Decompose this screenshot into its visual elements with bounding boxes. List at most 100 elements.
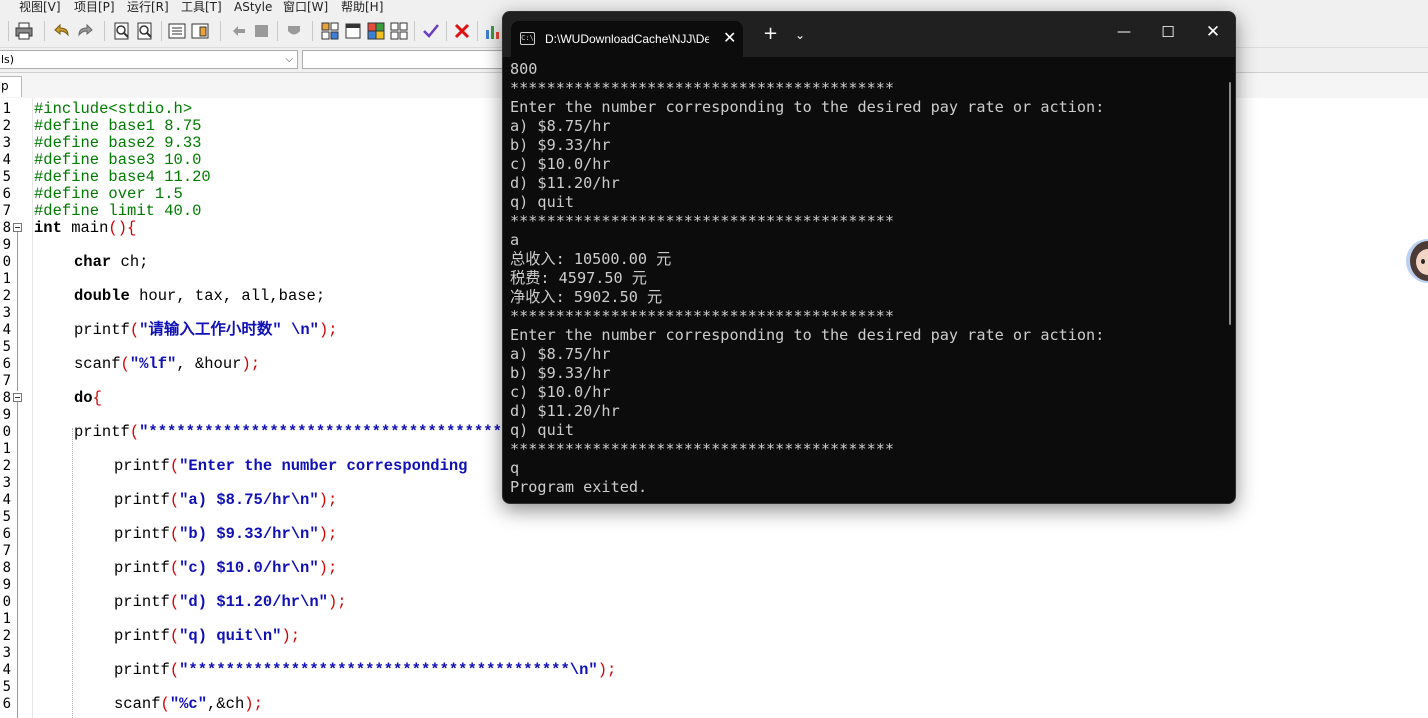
string-literal: "%lf" bbox=[129, 355, 177, 373]
line-number: 6 bbox=[2, 356, 11, 372]
fold-toggle-icon[interactable] bbox=[13, 393, 22, 402]
minimize-icon[interactable]: — bbox=[1117, 21, 1131, 43]
bookmark-next-icon[interactable] bbox=[253, 22, 271, 40]
code-line-define-over: #define over 1.5 bbox=[34, 185, 183, 203]
toolbar-separator bbox=[8, 21, 9, 41]
toolbar-separator bbox=[161, 21, 162, 41]
line-number: 8 bbox=[2, 560, 11, 576]
function-printf: printf bbox=[114, 559, 170, 577]
code-line-printf-a: printf("a) $8.75/hr\n"); bbox=[114, 492, 337, 509]
string-literal: "b) $9.33/hr\n" bbox=[179, 525, 319, 543]
function-printf: printf bbox=[74, 423, 130, 441]
toolbar-separator bbox=[277, 21, 278, 41]
code-line-main: int main(){ bbox=[34, 220, 136, 237]
terminal-output[interactable]: 800 *************************************… bbox=[503, 57, 1235, 503]
menu-view[interactable]: 视图[V] bbox=[19, 0, 61, 15]
punctuation: ( bbox=[169, 525, 180, 543]
punctuation: ); bbox=[318, 525, 338, 543]
new-tab-icon[interactable]: + bbox=[763, 24, 778, 44]
replace-icon[interactable] bbox=[136, 22, 154, 40]
terminal-lines: 800 *************************************… bbox=[510, 60, 1104, 497]
line-number-gutter: 1 2 3 4 5 6 7 8 9 0 1 2 3 4 5 6 7 8 9 0 … bbox=[0, 98, 33, 718]
run-icon[interactable] bbox=[344, 22, 362, 40]
punctuation: ); bbox=[281, 627, 301, 645]
line-number: 1 bbox=[2, 441, 11, 457]
scope-combo-value: ls) bbox=[1, 53, 15, 66]
line-number: 8 bbox=[2, 390, 11, 406]
function-printf: printf bbox=[114, 627, 170, 645]
close-icon[interactable]: ✕ bbox=[1205, 21, 1221, 43]
terminal-titlebar[interactable]: C:\ D:\WUDownloadCache\NJJ\De ✕ + ⌄ — ☐ … bbox=[503, 12, 1235, 57]
line-number: 2 bbox=[2, 458, 11, 474]
punctuation: ( bbox=[169, 491, 180, 509]
punctuation: ( bbox=[129, 423, 140, 441]
string-literal: "Enter the number corresponding bbox=[179, 457, 468, 475]
terminal-line: a bbox=[510, 231, 520, 249]
indent-icon[interactable] bbox=[168, 22, 186, 40]
line-number: 4 bbox=[2, 662, 11, 678]
string-literal: "a) $8.75/hr\n" bbox=[179, 491, 319, 509]
code-line-define-limit: #define limit 40.0 bbox=[34, 202, 202, 220]
close-tab-icon[interactable]: ✕ bbox=[723, 29, 736, 47]
line-number: 5 bbox=[2, 169, 11, 185]
terminal-line: q) quit bbox=[510, 193, 575, 211]
terminal-line: a) $8.75/hr bbox=[510, 345, 611, 363]
line-number: 3 bbox=[2, 305, 11, 321]
string-literal: "c) $10.0/hr\n" bbox=[179, 559, 319, 577]
bookmark-prev-icon[interactable] bbox=[230, 22, 248, 40]
menu-astyle[interactable]: AStyle bbox=[234, 0, 272, 15]
scope-combo[interactable]: ls) ⌵ bbox=[0, 50, 298, 69]
chart-icon[interactable] bbox=[484, 22, 502, 40]
terminal-line: 总收入: 10500.00 元 bbox=[510, 250, 672, 268]
punctuation: ); bbox=[318, 321, 338, 339]
keyword-do: do bbox=[74, 389, 93, 407]
terminal-scrollbar[interactable] bbox=[1229, 82, 1231, 325]
line-number: 6 bbox=[2, 696, 11, 712]
chevron-down-icon[interactable]: ⌄ bbox=[795, 25, 805, 45]
terminal-line: 净收入: 5902.50 元 bbox=[510, 288, 663, 306]
toolbar-separator bbox=[414, 21, 415, 41]
line-number: 9 bbox=[2, 577, 11, 593]
code-line-do: do{ bbox=[74, 390, 102, 407]
maximize-icon[interactable]: ☐ bbox=[1160, 21, 1176, 43]
terminal-line: Program exited. bbox=[510, 478, 648, 496]
redo-icon[interactable] bbox=[76, 22, 94, 40]
terminal-window[interactable]: C:\ D:\WUDownloadCache\NJJ\De ✕ + ⌄ — ☐ … bbox=[502, 11, 1236, 504]
indent-guide bbox=[72, 428, 73, 718]
menu-run[interactable]: 运行[R] bbox=[127, 0, 169, 15]
line-number: 5 bbox=[2, 679, 11, 695]
fold-toggle-icon[interactable] bbox=[13, 223, 22, 232]
menu-help[interactable]: 帮助[H] bbox=[341, 0, 383, 15]
terminal-tab[interactable]: C:\ D:\WUDownloadCache\NJJ\De ✕ bbox=[511, 21, 743, 57]
string-literal: "************************************** bbox=[139, 423, 502, 441]
code-line-include: #include<stdio.h> bbox=[34, 100, 193, 118]
rebuild-icon[interactable] bbox=[390, 22, 408, 40]
menu-tools[interactable]: 工具[T] bbox=[181, 0, 222, 15]
code-line-double-decl: double hour, tax, all,base; bbox=[74, 288, 325, 305]
menu-project[interactable]: 项目[P] bbox=[74, 0, 115, 15]
line-number: 7 bbox=[2, 203, 11, 219]
goto-line-icon[interactable] bbox=[285, 22, 303, 40]
print-icon[interactable] bbox=[15, 22, 33, 40]
punctuation: { bbox=[92, 389, 102, 407]
compile-icon[interactable] bbox=[321, 22, 339, 40]
tab-project[interactable]: p bbox=[0, 76, 22, 97]
undo-icon[interactable] bbox=[53, 22, 71, 40]
line-number: 6 bbox=[2, 526, 11, 542]
line-number: 4 bbox=[2, 152, 11, 168]
line-number: 2 bbox=[2, 288, 11, 304]
chevron-down-icon[interactable]: ⌵ bbox=[285, 51, 293, 68]
terminal-line: b) $9.33/hr bbox=[510, 364, 611, 382]
avatar-eye bbox=[1421, 259, 1425, 264]
menu-window[interactable]: 窗口[W] bbox=[283, 0, 328, 15]
unindent-icon[interactable] bbox=[191, 22, 209, 40]
toolbar-separator bbox=[104, 21, 105, 41]
line-number: 3 bbox=[2, 135, 11, 151]
stop-icon[interactable] bbox=[453, 22, 471, 40]
compile-run-icon[interactable] bbox=[367, 22, 385, 40]
syntax-check-icon[interactable] bbox=[422, 22, 440, 40]
console-icon: C:\ bbox=[520, 32, 535, 45]
terminal-line: 税费: 4597.50 元 bbox=[510, 269, 647, 287]
find-icon[interactable] bbox=[113, 22, 131, 40]
symbol-combo[interactable] bbox=[302, 50, 512, 69]
